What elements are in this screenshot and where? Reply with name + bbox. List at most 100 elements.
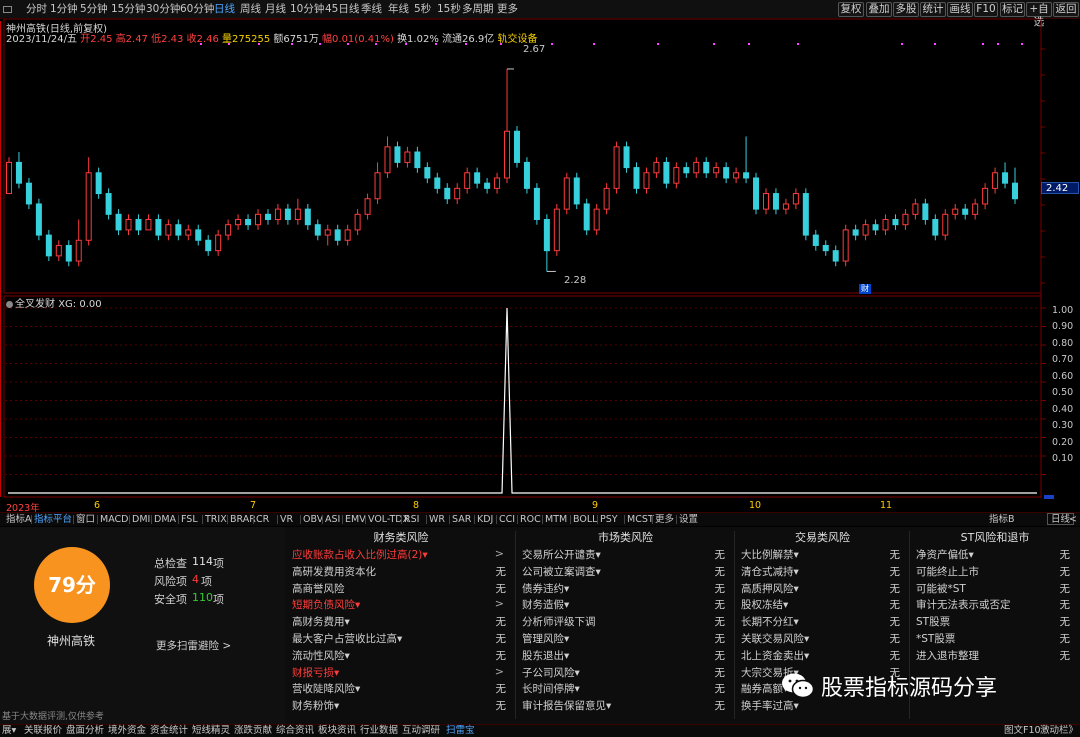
risk-row[interactable]: 净资产偏低▾ 无 [910,546,1080,562]
period-11[interactable]: 季线 [361,2,382,17]
risk-row[interactable]: 公司被立案调查▾ 无 [516,563,735,579]
indicator-tab-22[interactable]: BOLL [573,513,597,526]
period-13[interactable]: 5秒 [414,2,431,17]
indicator-tab-25[interactable]: 更多 [655,513,674,526]
risk-row[interactable]: 股东退出▾ 无 [516,647,735,663]
toolbar-button-8[interactable]: 返回 [1053,2,1079,17]
risk-row[interactable]: 高商誉风险 无 [286,580,516,596]
toolbar-button-4[interactable]: 画线 [947,2,973,17]
status-tab-6[interactable]: 涨跌贡献 [234,725,272,737]
indicator-tab-16[interactable]: WR [429,513,445,526]
risk-row[interactable]: 短期负债风险▾ > [286,596,516,612]
risk-row[interactable]: 应收账款占收入比例过高(2)▾ > [286,546,516,562]
indicator-tab-5[interactable]: DMA [154,513,176,526]
indicator-tab-6[interactable]: FSL [181,513,198,526]
risk-row[interactable]: 可能终止上市 无 [910,563,1080,579]
risk-row[interactable]: 最大客户占营收比过高▾ 无 [286,630,516,646]
indicator-right-3[interactable]: < [1069,513,1077,526]
risk-row[interactable]: 子公司风险▾ 无 [516,664,735,680]
toolbar-button-1[interactable]: 叠加 [866,2,892,17]
risk-row[interactable]: 高财务费用▾ 无 [286,613,516,629]
risk-row[interactable]: 财报亏损▾ > [286,664,516,680]
period-12[interactable]: 年线 [388,2,409,17]
indicator-tab-20[interactable]: ROC [520,513,541,526]
risk-row[interactable]: 流动性风险▾ 无 [286,647,516,663]
status-tab-5[interactable]: 短线精灵 [192,725,230,737]
period-3[interactable]: 15分钟 [111,2,145,17]
risk-row[interactable]: 分析师评级下调 无 [516,613,735,629]
indicator-tab-2[interactable]: 窗口 [76,513,95,526]
status-tab-9[interactable]: 行业数据 [360,725,398,737]
period-10[interactable]: 45日线 [325,2,359,17]
period-4[interactable]: 30分钟 [146,2,180,17]
indicator-tab-19[interactable]: CCI [499,513,515,526]
period-0[interactable]: 分时 [26,2,47,17]
risk-row[interactable]: 北上资金卖出▾ 无 [735,647,910,663]
risk-row[interactable]: ST股票 无 [910,613,1080,629]
risk-row[interactable]: 财务粉饰▾ 无 [286,697,516,713]
period-15[interactable]: 多周期 [462,2,494,17]
period-5[interactable]: 60分钟 [180,2,214,17]
chevron-right-icon[interactable]: > [495,665,504,678]
indicator-tab-17[interactable]: SAR [452,513,471,526]
risk-row[interactable]: 财务造假▾ 无 [516,596,735,612]
risk-row[interactable]: 管理风险▾ 无 [516,630,735,646]
risk-row[interactable]: 高研发费用资本化 无 [286,563,516,579]
indicator-tab-1[interactable]: 指标平台 [34,513,72,526]
status-tab-4[interactable]: 资金统计 [150,725,188,737]
indicator-tab-3[interactable]: MACD [100,513,128,526]
status-tab-2[interactable]: 盘面分析 [66,725,104,737]
finance-event-marker[interactable]: 财 [859,284,871,294]
indicator-tab-18[interactable]: KDJ [477,513,493,526]
risk-row[interactable]: 长期不分红▾ 无 [735,613,910,629]
indicator-right-0[interactable]: 指标B [989,513,1015,526]
risk-row[interactable]: 长时间停牌▾ 无 [516,680,735,696]
indicator-tab-15[interactable]: RSI [404,513,419,526]
kline-chart[interactable] [0,19,1080,499]
period-8[interactable]: 月线 [265,2,286,17]
status-right-1[interactable]: 激动栏》 [1040,725,1078,737]
layout-icon[interactable] [3,6,12,13]
status-tab-7[interactable]: 综合资讯 [276,725,314,737]
period-16[interactable]: 更多 [497,2,518,17]
risk-row[interactable]: 营收陡降风险▾ 无 [286,680,516,696]
risk-row[interactable]: 高质押风险▾ 无 [735,580,910,596]
indicator-tab-4[interactable]: DMI [132,513,150,526]
period-6[interactable]: 日线 [214,2,235,17]
risk-row[interactable]: *ST股票 无 [910,630,1080,646]
period-14[interactable]: 15秒 [437,2,461,17]
toolbar-button-6[interactable]: 标记 [1000,2,1025,17]
indicator-tab-13[interactable]: EMV [345,513,366,526]
indicator-tab-26[interactable]: 设置 [679,513,698,526]
indicator-tab-24[interactable]: MCST [627,513,654,526]
period-7[interactable]: 周线 [240,2,261,17]
indicator-tab-11[interactable]: OBV [303,513,323,526]
toolbar-button-0[interactable]: 复权 [838,2,864,17]
risk-row[interactable]: 大比例解禁▾ 无 [735,546,910,562]
status-tab-0[interactable]: 展▾ [2,725,16,737]
indicator-tab-9[interactable]: CR [256,513,269,526]
status-tab-10[interactable]: 互动调研 [402,725,440,737]
risk-row[interactable]: 审计报告保留意见▾ 无 [516,697,735,713]
indicator-tab-12[interactable]: ASI [325,513,340,526]
indicator-tab-7[interactable]: TRIX [205,513,227,526]
risk-row[interactable]: 债券违约▾ 无 [516,580,735,596]
period-2[interactable]: 5分钟 [80,2,108,17]
indicator-tab-21[interactable]: MTM [545,513,567,526]
status-tab-11[interactable]: 扫雷宝 [446,725,475,737]
risk-row[interactable]: 股权冻结▾ 无 [735,596,910,612]
status-tab-1[interactable]: 关联报价 [24,725,62,737]
chevron-right-icon[interactable]: > [495,597,504,610]
indicator-tab-14[interactable]: VOL-TDX [368,513,409,526]
risk-row[interactable]: 进入退市整理 无 [910,647,1080,663]
status-tab-3[interactable]: 境外资金 [108,725,146,737]
risk-row[interactable]: 可能被*ST 无 [910,580,1080,596]
status-tab-8[interactable]: 板块资讯 [318,725,356,737]
toolbar-button-2[interactable]: 多股 [893,2,919,17]
more-scan-link[interactable]: 更多扫雷避险 > [156,638,231,653]
status-right-0[interactable]: 图文F10 [1004,725,1041,737]
risk-row[interactable]: 交易所公开谴责▾ 无 [516,546,735,562]
indicator-tab-10[interactable]: VR [280,513,293,526]
indicator-name[interactable]: 全叉发财 [15,299,55,310]
indicator-tab-23[interactable]: PSY [600,513,618,526]
